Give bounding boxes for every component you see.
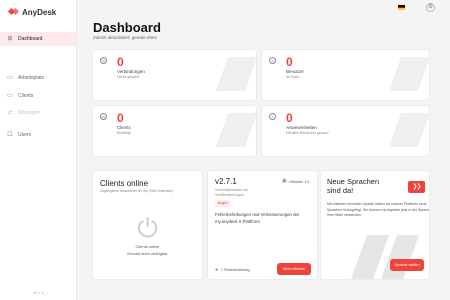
card-watermark xyxy=(349,235,421,279)
version-subtitle-2: Veröffentlichungen xyxy=(215,193,244,197)
release-description: Fehlerbehebungen und Verbesserungen der xyxy=(215,212,300,217)
stat-card-users[interactable]: ☺ 0 Benutzer Im Team xyxy=(262,50,429,100)
card-watermark xyxy=(218,57,252,91)
user-icon: ☺ xyxy=(269,57,276,64)
settings-icon[interactable]: ⚙ xyxy=(426,3,435,12)
sidebar-item-dashboard[interactable]: ⊞ Dashboard xyxy=(0,32,77,46)
sidebar-item-label: Clients xyxy=(18,93,34,99)
stat-label: Anwesenheiten xyxy=(286,125,317,130)
sidebar-item-label: Sitzungen xyxy=(18,110,41,116)
sidebar-item-label: Dashboard xyxy=(18,36,43,42)
client-icon: ▭ xyxy=(100,113,107,120)
app-logo[interactable]: AnyDesk xyxy=(9,6,56,18)
card-watermark xyxy=(218,113,252,147)
bug-icon: ✱ xyxy=(215,267,219,272)
stat-value: 0 xyxy=(117,111,124,125)
anydesk-logo-icon: ❯❯ xyxy=(408,181,425,193)
card-title: Clients online xyxy=(100,179,149,188)
stat-value: 0 xyxy=(117,55,124,69)
version-subtitle: Versionshinweise um xyxy=(215,188,248,192)
card-subtitle: Zugängliche Maschinen für Sie (Web-Inter… xyxy=(100,189,174,193)
stat-value: 0 xyxy=(286,55,293,69)
clients-online-card: Clients online Zugängliche Maschinen für… xyxy=(93,171,202,279)
sessions-icon: ⇄ xyxy=(7,110,13,116)
choose-language-button[interactable]: Sprache wählen xyxy=(390,259,424,271)
sidebar: AnyDesk ⊞ Dashboard ▭ Arbeitsplatz ▭ Cli… xyxy=(0,0,77,300)
page-title: Dashboard xyxy=(93,20,161,35)
german-flag-icon[interactable] xyxy=(398,5,405,10)
user-icon: ☐ xyxy=(7,132,13,138)
dashboard-icon: ⊞ xyxy=(7,36,13,42)
sidebar-item-users[interactable]: ☐ Users xyxy=(0,128,77,142)
connection-icon: ↻ xyxy=(100,57,107,64)
stat-card-presence[interactable]: ◔ 0 Anwesenheiten Mit allen Benutzern ge… xyxy=(262,106,429,156)
new-languages-card: Neue Sprachen sind da! ❯❯ Mit unserem ne… xyxy=(321,171,429,279)
stat-label: Clients xyxy=(117,125,131,130)
card-watermark xyxy=(391,113,425,147)
news-description: Mit unserem neuesten Update haben wir un… xyxy=(327,202,429,217)
app-version: v2.7.1 xyxy=(33,290,44,295)
stat-sub: Heute gesamt xyxy=(117,75,139,79)
bugfix-count: 1 Fehlerbehebung xyxy=(221,268,250,272)
stat-sub: Im Team xyxy=(286,75,300,79)
version-title: v2.7.1 xyxy=(215,177,237,186)
presence-icon: ◔ xyxy=(269,113,276,120)
calendar-icon: ▣ xyxy=(282,178,287,184)
app-name: AnyDesk xyxy=(22,7,57,17)
anydesk-logo-icon xyxy=(9,7,19,17)
sidebar-item-label: Arbeitsplatz xyxy=(18,75,45,81)
clients-status-text: Derzeit nicht verfügbar xyxy=(127,251,168,256)
release-description-2: my.anydesk II-Plattform xyxy=(215,219,260,224)
stat-label: Benutzer xyxy=(286,69,305,74)
clients-status-title: Clients online xyxy=(135,244,160,249)
sidebar-item-arbeitsplatz[interactable]: ▭ Arbeitsplatz xyxy=(0,71,77,85)
bugfix-badge: Bugfix xyxy=(215,200,231,207)
sidebar-item-sitzungen: ⇄ Sitzungen xyxy=(0,106,77,120)
learn-more-button[interactable]: Mehr erfahren xyxy=(277,263,311,275)
page-subtitle: Zuletzt aktualisiert: gerade eben xyxy=(93,35,158,40)
stat-card-connections[interactable]: ↻ 0 Verbindungen Heute gesamt xyxy=(93,50,256,100)
stat-sub: Bestätigt xyxy=(117,131,131,135)
stat-card-clients[interactable]: ▭ 0 Clients Bestätigt xyxy=(93,106,256,156)
plug-icon: ⏻ xyxy=(137,213,158,243)
stat-label: Verbindungen xyxy=(117,69,145,74)
news-title-2: sind da! xyxy=(327,186,354,195)
desk-icon: ▭ xyxy=(7,75,13,81)
news-title: Neue Sprachen xyxy=(327,177,380,186)
sidebar-item-label: Users xyxy=(18,132,32,138)
stat-sub: Mit allen Benutzern gesamt xyxy=(286,131,329,135)
sidebar-item-clients[interactable]: ▭ Clients xyxy=(0,89,77,103)
release-notes-card: v2.7.1 Versionshinweise um Veröffentlich… xyxy=(208,171,317,279)
stat-value: 0 xyxy=(286,111,293,125)
card-watermark xyxy=(391,57,425,91)
release-date: Oktober 13 xyxy=(289,179,309,184)
monitor-icon: ▭ xyxy=(7,93,13,99)
